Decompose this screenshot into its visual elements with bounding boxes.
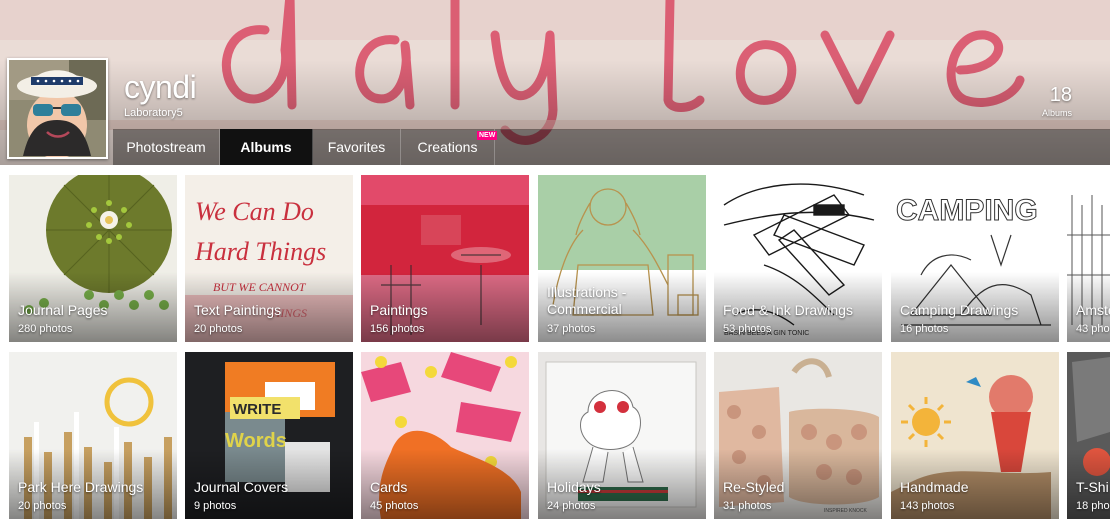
album-tile-cards[interactable]: Cards 45 photos xyxy=(361,352,529,519)
album-count: 37 photos xyxy=(547,323,596,335)
album-tile-re-styled[interactable]: INSPIRED KNOCK Re-Styled 31 photos xyxy=(714,352,882,519)
avatar-photo xyxy=(9,60,106,157)
svg-text:WRITE: WRITE xyxy=(233,401,281,418)
svg-text:We Can Do: We Can Do xyxy=(195,197,314,226)
tab-albums[interactable]: Albums xyxy=(220,129,313,165)
album-tile-journal-covers[interactable]: WRITE Words Journal Covers 9 photos xyxy=(185,352,353,519)
avatar[interactable] xyxy=(7,58,108,159)
album-count: 53 photos xyxy=(723,323,772,335)
album-title: Journal Covers xyxy=(194,479,289,495)
album-tile-handmade[interactable]: Handmade 143 photos xyxy=(891,352,1059,519)
album-count: 16 photos xyxy=(900,323,949,335)
album-title: Camping Drawings xyxy=(900,302,1019,318)
album-count: 43 pho xyxy=(1076,323,1110,335)
album-tile-journal-pages[interactable]: Journal Pages 280 photos xyxy=(9,175,177,342)
album-tile-holidays[interactable]: Holidays 24 photos xyxy=(538,352,706,519)
album-count: 20 photos xyxy=(18,500,67,512)
albums-count-label: Albums xyxy=(1041,108,1072,118)
album-tile-park-here-drawings[interactable]: Park Here Drawings 20 photos xyxy=(9,352,177,519)
album-tile-camping-drawings[interactable]: CAMPING Camping Drawings 16 photos xyxy=(891,175,1059,342)
album-tile-t-shirts[interactable]: T-Shi 18 pho xyxy=(1067,352,1110,519)
album-count: 31 photos xyxy=(723,500,772,512)
album-tile-amste[interactable]: Amste 43 pho xyxy=(1067,175,1110,342)
album-title: Text Paintings xyxy=(194,302,282,318)
profile-subnav: Photostream Albums Favorites Creations N… xyxy=(113,129,1110,165)
album-title: T-Shi xyxy=(1076,479,1109,495)
album-count: 18 pho xyxy=(1076,500,1110,512)
new-badge: NEW xyxy=(477,131,498,140)
tab-photostream[interactable]: Photostream xyxy=(113,129,220,165)
album-count: 45 photos xyxy=(370,500,419,512)
album-tile-illustrations-commercial[interactable]: Illustrations - Commercial 37 photos xyxy=(538,175,706,342)
tab-favorites[interactable]: Favorites xyxy=(313,129,401,165)
svg-text:Hard Things: Hard Things xyxy=(194,237,326,266)
album-title: Park Here Drawings xyxy=(18,479,144,495)
albums-count: 18 xyxy=(1049,84,1072,106)
album-count: 24 photos xyxy=(547,500,596,512)
album-title: Holidays xyxy=(547,479,601,495)
album-count: 280 photos xyxy=(18,323,73,335)
album-title: Paintings xyxy=(370,302,428,318)
profile-username: cyndi xyxy=(124,69,197,105)
svg-text:CAMPING: CAMPING xyxy=(896,194,1038,227)
album-title: Amste xyxy=(1076,302,1110,318)
album-tile-paintings[interactable]: Paintings 156 photos xyxy=(361,175,529,342)
album-title: Re-Styled xyxy=(723,479,785,495)
album-count: 20 photos xyxy=(194,323,243,335)
profile-realname: Laboratory5 xyxy=(124,107,183,119)
album-title: Cards xyxy=(370,479,408,495)
album-title: Journal Pages xyxy=(18,302,108,318)
album-title: Handmade xyxy=(900,479,969,495)
album-count: 9 photos xyxy=(194,500,237,512)
album-count: 143 photos xyxy=(900,500,955,512)
album-title: Illustrations - Commercial xyxy=(547,284,627,317)
album-tile-text-paintings[interactable]: We Can Do Hard Things BUT WE CANNOT THIN… xyxy=(185,175,353,342)
album-tile-food-ink-drawings[interactable]: BASIN BEES A GIN TONIC Food & Ink Drawin… xyxy=(714,175,882,342)
album-title: Food & Ink Drawings xyxy=(723,302,853,318)
album-count: 156 photos xyxy=(370,323,425,335)
